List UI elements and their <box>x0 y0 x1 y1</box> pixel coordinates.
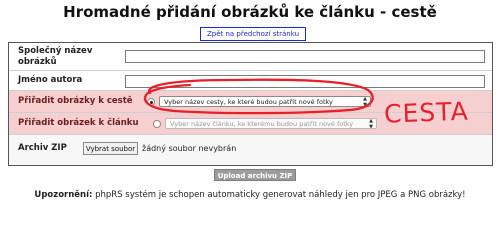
author-label: Jméno autora <box>18 75 83 85</box>
upload-form: Společný název obrázků Jméno autora Přiř… <box>8 42 493 166</box>
form-row-author: Jméno autora <box>9 71 492 91</box>
choose-file-button[interactable]: Vybrat soubor <box>83 142 138 155</box>
form-row-zip: Archiv ZIP Vybrat soubor žádný soubor ne… <box>9 135 492 164</box>
upload-zip-button[interactable]: Upload archivu ZIP <box>214 169 296 181</box>
assign-trip-label: Přiřadit obrázky k cestě <box>18 96 133 106</box>
select-arrows-icon: ▲ ▼ <box>363 96 367 107</box>
zip-label: Archiv ZIP <box>18 143 67 153</box>
form-row-assign-article: Přiřadit obrázek k článku Vyber název čl… <box>9 113 492 135</box>
trip-select-value: Vyber název cesty, ke které budou patřit… <box>164 98 333 106</box>
assign-trip-radio[interactable] <box>147 98 155 106</box>
warning-prefix: Upozornění: <box>34 190 93 200</box>
common-name-label: Společný název obrázků <box>18 46 93 67</box>
article-select[interactable]: Vyber název článku, ke kterému budou pat… <box>165 118 377 129</box>
assign-article-label: Přiřadit obrázek k článku <box>18 118 139 128</box>
article-select-value: Vyber název článku, ke kterému budou pat… <box>170 120 354 128</box>
form-row-assign-trip: Přiřadit obrázky k cestě Vyber název ces… <box>9 91 492 113</box>
select-arrows-icon: ▲ ▼ <box>369 118 373 129</box>
file-status: žádný soubor nevybrán <box>142 144 237 153</box>
assign-article-radio[interactable] <box>153 120 161 128</box>
warning-note: Upozornění: phpRS systém je schopen auto… <box>0 189 500 201</box>
page-title: Hromadné přidání obrázků ke článku - ces… <box>63 3 437 21</box>
trip-select[interactable]: Vyber název cesty, ke které budou patřit… <box>159 96 371 107</box>
form-row-common-name: Společný název obrázků <box>9 43 492 71</box>
author-input[interactable] <box>125 75 485 88</box>
common-name-input[interactable] <box>125 50 485 63</box>
warning-text: phpRS systém je schopen automaticky gene… <box>92 190 466 200</box>
back-link[interactable]: Zpět na předchozí stránku <box>200 27 306 41</box>
